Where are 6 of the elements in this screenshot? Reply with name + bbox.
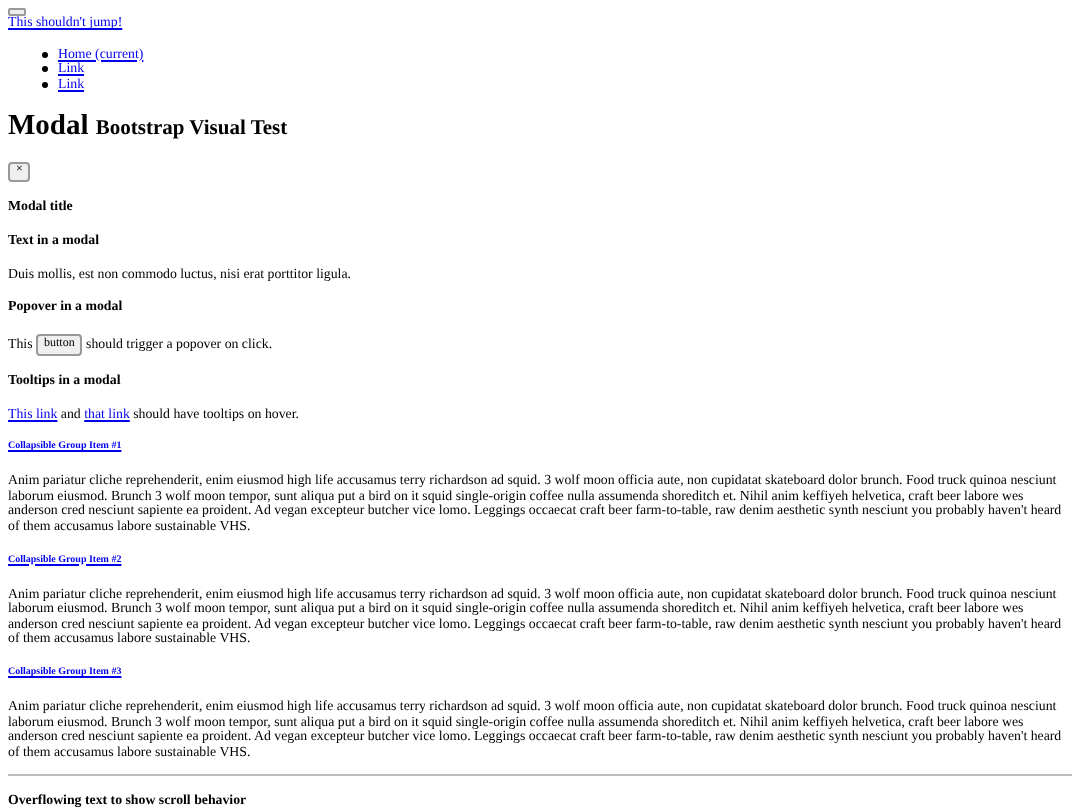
bullet-icon — [42, 82, 48, 89]
bullet-icon — [42, 66, 48, 73]
toggle-button[interactable] — [8, 8, 26, 16]
page-subtitle: Bootstrap Visual Test — [95, 118, 288, 141]
page-title: Modal — [8, 110, 89, 143]
bullet-icon — [42, 51, 48, 58]
